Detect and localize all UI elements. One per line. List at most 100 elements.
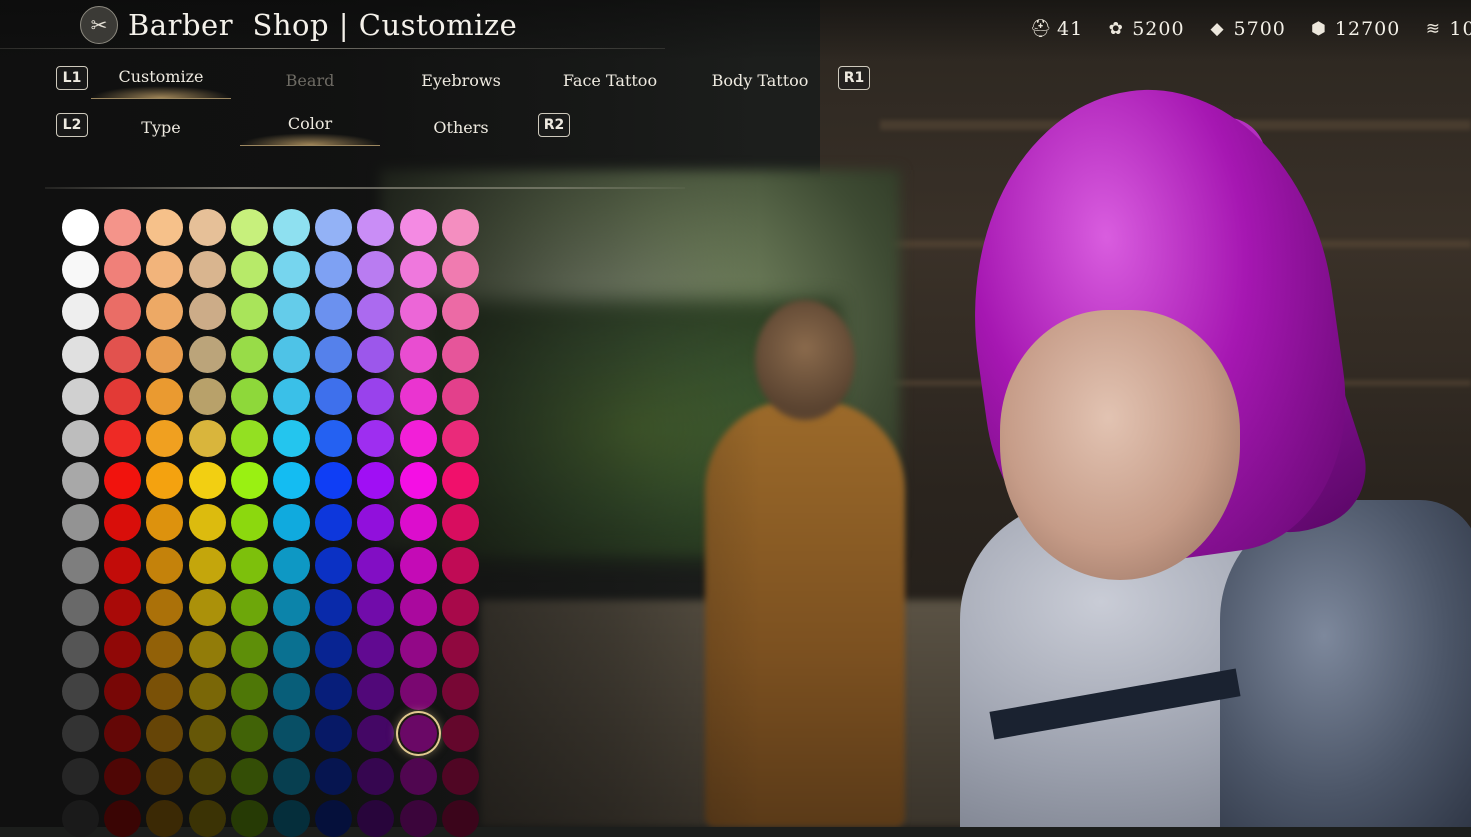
color-swatch[interactable]: [104, 335, 142, 373]
subtab-type[interactable]: Type: [91, 114, 231, 142]
color-swatch[interactable]: [230, 377, 268, 415]
color-swatch[interactable]: [399, 251, 437, 289]
tab-eyebrows[interactable]: Eyebrows: [391, 67, 531, 95]
color-swatch[interactable]: [399, 588, 437, 626]
color-swatch[interactable]: [188, 377, 226, 415]
color-swatch[interactable]: [399, 631, 437, 668]
tab-beard[interactable]: Beard: [240, 67, 380, 95]
color-swatch[interactable]: [62, 335, 99, 373]
color-swatch[interactable]: [357, 377, 395, 415]
color-swatch[interactable]: [230, 504, 268, 542]
color-swatch[interactable]: [357, 588, 395, 626]
color-swatch[interactable]: [441, 588, 479, 626]
color-swatch[interactable]: [104, 588, 142, 626]
color-swatch[interactable]: [441, 757, 479, 795]
subtab-others[interactable]: Others: [391, 114, 531, 142]
color-swatch[interactable]: [441, 251, 479, 289]
color-swatch[interactable]: [357, 335, 395, 373]
tab-body-tattoo[interactable]: Body Tattoo: [690, 67, 830, 95]
color-swatch[interactable]: [273, 462, 310, 500]
color-swatch[interactable]: [104, 377, 142, 415]
color-swatch[interactable]: [399, 673, 437, 711]
color-swatch[interactable]: [273, 335, 310, 373]
color-swatch[interactable]: [315, 209, 353, 246]
color-swatch[interactable]: [146, 757, 184, 795]
color-swatch[interactable]: [104, 546, 142, 584]
color-swatch[interactable]: [230, 715, 268, 753]
color-swatch[interactable]: [441, 631, 479, 668]
color-swatch[interactable]: [273, 757, 310, 795]
color-swatch[interactable]: [188, 546, 226, 584]
color-swatch[interactable]: [399, 420, 437, 457]
color-swatch[interactable]: [399, 715, 437, 753]
color-swatch[interactable]: [104, 631, 142, 668]
color-swatch[interactable]: [399, 799, 437, 837]
color-swatch[interactable]: [62, 631, 99, 668]
color-swatch[interactable]: [62, 588, 99, 626]
color-swatch[interactable]: [441, 377, 479, 415]
color-swatch[interactable]: [62, 799, 99, 837]
color-swatch[interactable]: [441, 335, 479, 373]
color-swatch[interactable]: [230, 251, 268, 289]
color-swatch[interactable]: [399, 504, 437, 542]
color-swatch[interactable]: [315, 377, 353, 415]
color-swatch[interactable]: [399, 462, 437, 500]
r1-button-hint[interactable]: R1: [838, 66, 870, 90]
color-swatch[interactable]: [441, 209, 479, 246]
color-swatch[interactable]: [273, 209, 310, 246]
color-swatch[interactable]: [188, 588, 226, 626]
color-swatch[interactable]: [230, 546, 268, 584]
color-swatch[interactable]: [441, 715, 479, 753]
color-swatch[interactable]: [273, 588, 310, 626]
color-swatch[interactable]: [315, 420, 353, 457]
color-swatch[interactable]: [273, 631, 310, 668]
color-swatch[interactable]: [146, 588, 184, 626]
color-swatch[interactable]: [441, 673, 479, 711]
color-swatch[interactable]: [230, 209, 268, 246]
color-swatch[interactable]: [146, 546, 184, 584]
color-swatch[interactable]: [441, 504, 479, 542]
color-swatch[interactable]: [273, 546, 310, 584]
color-swatch[interactable]: [399, 546, 437, 584]
color-swatch[interactable]: [315, 335, 353, 373]
color-swatch[interactable]: [399, 377, 437, 415]
color-swatch[interactable]: [188, 631, 226, 668]
color-swatch[interactable]: [188, 757, 226, 795]
color-swatch[interactable]: [146, 799, 184, 837]
color-swatch[interactable]: [62, 420, 99, 457]
l1-button-hint[interactable]: L1: [56, 66, 88, 90]
color-swatch[interactable]: [230, 293, 268, 331]
color-swatch[interactable]: [441, 546, 479, 584]
subtab-color[interactable]: Color: [240, 110, 380, 146]
color-swatch[interactable]: [188, 504, 226, 542]
color-swatch[interactable]: [399, 209, 437, 246]
color-swatch[interactable]: [188, 673, 226, 711]
color-swatch[interactable]: [357, 799, 395, 837]
color-swatch[interactable]: [62, 673, 99, 711]
color-swatch[interactable]: [146, 335, 184, 373]
color-swatch[interactable]: [104, 420, 142, 457]
color-swatch[interactable]: [62, 377, 99, 415]
color-swatch[interactable]: [273, 377, 310, 415]
tab-face-tattoo[interactable]: Face Tattoo: [540, 67, 680, 95]
color-swatch[interactable]: [399, 335, 437, 373]
color-swatch[interactable]: [315, 799, 353, 837]
color-swatch[interactable]: [62, 546, 99, 584]
color-swatch[interactable]: [230, 462, 268, 500]
color-swatch[interactable]: [62, 251, 99, 289]
color-swatch[interactable]: [441, 420, 479, 457]
color-swatch[interactable]: [188, 293, 226, 331]
color-swatch[interactable]: [104, 757, 142, 795]
tab-customize[interactable]: Customize: [91, 63, 231, 99]
color-swatch[interactable]: [188, 251, 226, 289]
color-swatch[interactable]: [62, 209, 99, 246]
color-swatch[interactable]: [62, 462, 99, 500]
color-swatch[interactable]: [104, 799, 142, 837]
color-swatch[interactable]: [357, 757, 395, 795]
color-swatch[interactable]: [273, 251, 310, 289]
color-swatch[interactable]: [315, 546, 353, 584]
color-swatch[interactable]: [230, 757, 268, 795]
color-swatch[interactable]: [188, 462, 226, 500]
color-swatch[interactable]: [315, 588, 353, 626]
color-swatch[interactable]: [273, 420, 310, 457]
